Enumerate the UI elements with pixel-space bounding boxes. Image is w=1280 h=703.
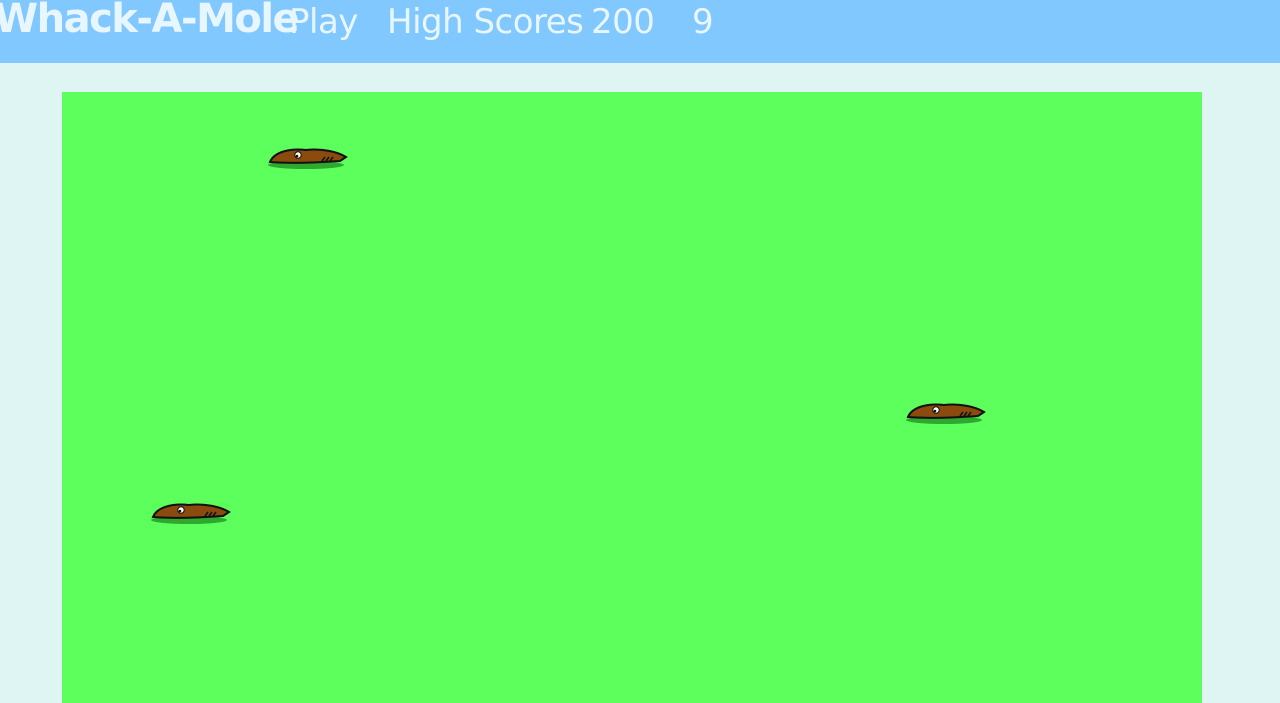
- navbar: Whack-A-Mole Play High Scores 200 9: [0, 0, 1280, 63]
- time-remaining-counter: 9: [692, 2, 714, 42]
- mole-in-hole-icon: [151, 503, 231, 524]
- brand-title[interactable]: Whack-A-Mole: [0, 0, 300, 42]
- mole-in-hole-icon: [906, 403, 986, 424]
- nav-high-scores-link[interactable]: High Scores: [387, 2, 584, 42]
- score-counter: 200: [591, 2, 655, 42]
- game-playfield[interactable]: [62, 92, 1202, 703]
- mole-1[interactable]: [266, 144, 350, 172]
- mole-3[interactable]: [149, 499, 233, 527]
- mole-in-hole-icon: [268, 148, 348, 169]
- mole-2[interactable]: [904, 399, 988, 427]
- nav-play-link[interactable]: Play: [289, 2, 358, 42]
